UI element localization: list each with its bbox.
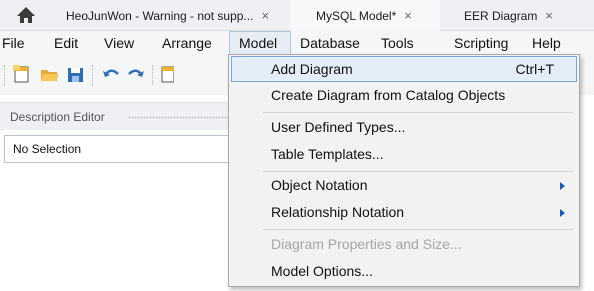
- document-tab-bar: HeoJunWon - Warning - not supp... × MySQ…: [0, 0, 594, 31]
- new-diagram-icon[interactable]: [160, 64, 174, 84]
- menu-item-label: Add Diagram: [271, 61, 353, 77]
- menu-diagram-properties: Diagram Properties and Size...: [271, 236, 462, 252]
- home-icon[interactable]: [16, 5, 36, 25]
- menu-add-diagram[interactable]: Add Diagram Ctrl+T: [231, 56, 577, 82]
- toolbar-separator: [4, 65, 5, 85]
- tab-mysql-model[interactable]: MySQL Model* ×: [290, 0, 440, 31]
- undo-icon[interactable]: [101, 64, 121, 84]
- menu-table-templates[interactable]: Table Templates...: [229, 141, 579, 167]
- close-icon[interactable]: ×: [261, 8, 269, 23]
- model-dropdown-menu: Add Diagram Ctrl+T Create Diagram from C…: [228, 54, 580, 287]
- save-model-icon[interactable]: [66, 64, 86, 84]
- tab-label: MySQL Model*: [316, 8, 397, 23]
- menu-model-options[interactable]: Model Options...: [229, 258, 579, 284]
- submenu-arrow-icon: [560, 209, 565, 217]
- open-model-icon[interactable]: [40, 64, 60, 84]
- menu-item-label: Relationship Notation: [271, 204, 405, 220]
- toolbar-separator: [92, 65, 93, 85]
- tab-eer-diagram[interactable]: EER Diagram ×: [448, 0, 588, 31]
- menu-database[interactable]: Database: [300, 31, 370, 55]
- menu-scripting[interactable]: Scripting: [454, 31, 516, 55]
- menu-file[interactable]: File: [2, 31, 32, 55]
- menu-view[interactable]: View: [104, 31, 146, 55]
- menu-edit[interactable]: Edit: [54, 31, 88, 55]
- new-model-icon[interactable]: [12, 64, 32, 84]
- menu-arrange[interactable]: Arrange: [162, 31, 220, 55]
- menu-separator: [263, 112, 573, 113]
- shortcut-label: Ctrl+T: [515, 61, 555, 77]
- close-icon[interactable]: ×: [404, 8, 412, 23]
- redo-icon[interactable]: [126, 64, 146, 84]
- tab-label: HeoJunWon - Warning - not supp...: [66, 8, 254, 23]
- menu-model[interactable]: Model: [229, 31, 291, 55]
- menu-relationship-notation[interactable]: Relationship Notation: [229, 199, 579, 225]
- tab-label: EER Diagram: [464, 8, 538, 23]
- tab-heojunwon[interactable]: HeoJunWon - Warning - not supp... ×: [58, 0, 276, 31]
- toolbar-separator: [152, 65, 153, 85]
- menu-object-notation[interactable]: Object Notation: [229, 172, 579, 198]
- submenu-arrow-icon: [560, 182, 565, 190]
- selection-value: No Selection: [13, 142, 82, 156]
- menu-create-diagram-from-catalog[interactable]: Create Diagram from Catalog Objects: [229, 82, 579, 108]
- menu-separator: [263, 229, 573, 230]
- menu-tools[interactable]: Tools: [381, 31, 421, 55]
- close-icon[interactable]: ×: [545, 8, 553, 23]
- menu-bar: File Edit View Arrange Model Database To…: [0, 31, 594, 55]
- menu-item-label: Object Notation: [271, 177, 368, 193]
- menu-user-defined-types[interactable]: User Defined Types...: [229, 114, 579, 140]
- menu-help[interactable]: Help: [532, 31, 572, 55]
- panel-title: Description Editor: [10, 110, 105, 124]
